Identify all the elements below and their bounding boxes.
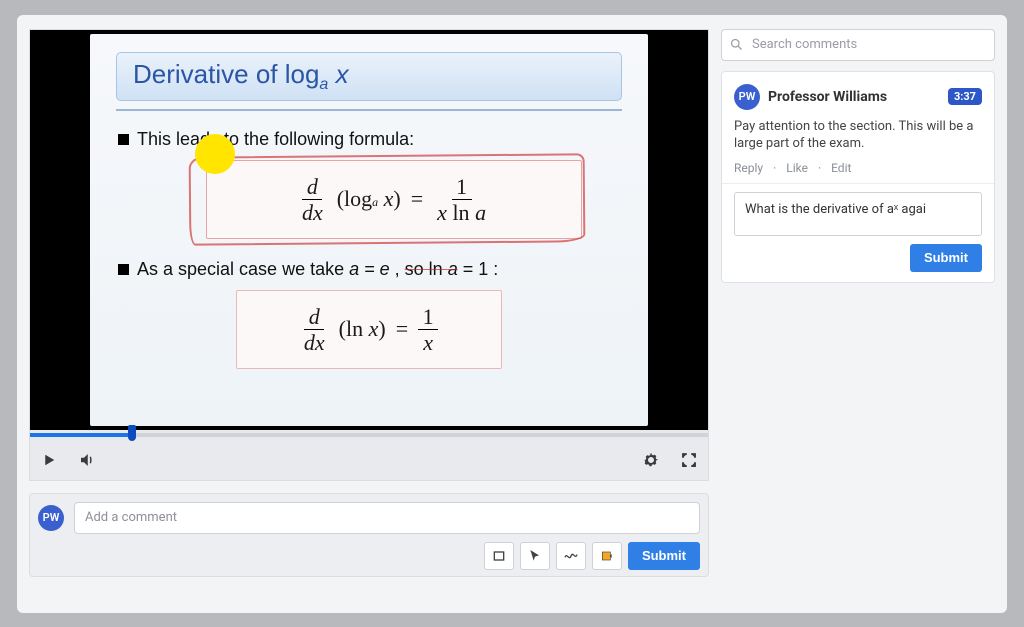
pointer-icon xyxy=(527,548,543,564)
dot-separator: · xyxy=(773,161,776,175)
gear-icon xyxy=(642,451,660,469)
bullet-2-text: As a special case we take a = e , so ln … xyxy=(137,259,498,280)
wave-icon xyxy=(563,548,579,564)
comment-avatar: PW xyxy=(734,84,760,110)
comment-reply-link[interactable]: Reply xyxy=(734,161,763,175)
comment-body: Pay attention to the section. This will … xyxy=(734,118,982,153)
pillarbox-right xyxy=(648,30,708,430)
tool-freehand[interactable] xyxy=(556,542,586,570)
comment-card: PW Professor Williams 3:37 Pay attention… xyxy=(721,71,995,283)
formula-box-2: ddx (ln x) = 1x xyxy=(236,290,502,369)
bullet-square-icon xyxy=(118,134,129,145)
slide-title-var: x xyxy=(336,59,349,89)
reply-submit-button[interactable]: Submit xyxy=(910,244,982,272)
comments-sidebar: PW Professor Williams 3:37 Pay attention… xyxy=(721,29,995,599)
reply-textarea[interactable]: What is the derivative of aˣ agai xyxy=(734,192,982,236)
comment-input[interactable] xyxy=(74,502,700,534)
slide-title-box: Derivative of loga x xyxy=(116,52,622,101)
comment-edit-link[interactable]: Edit xyxy=(831,161,851,175)
comment-like-link[interactable]: Like xyxy=(786,161,808,175)
slide-title-text: Derivative of log xyxy=(133,59,319,89)
composer-submit-button[interactable]: Submit xyxy=(628,542,700,570)
video-controls xyxy=(30,440,708,480)
settings-button[interactable] xyxy=(638,447,664,473)
slide-divider xyxy=(116,109,622,111)
comment-divider xyxy=(722,183,994,184)
comment-composer: PW Submit xyxy=(29,493,709,577)
slide-title: Derivative of loga x xyxy=(133,59,605,94)
formula-box-1: ddx (loga x) = 1x ln a xyxy=(206,160,582,239)
left-column: Derivative of loga x This leads to the f… xyxy=(29,29,709,599)
tool-color[interactable] xyxy=(592,542,622,570)
search-comments-input[interactable] xyxy=(721,29,995,61)
lecture-slide: Derivative of loga x This leads to the f… xyxy=(90,34,648,426)
annotation-toolbar: Submit xyxy=(38,542,700,570)
volume-button[interactable] xyxy=(74,447,100,473)
rectangle-icon xyxy=(491,548,507,564)
fullscreen-icon xyxy=(680,451,698,469)
play-icon xyxy=(40,451,58,469)
slide-title-sub: a xyxy=(319,76,328,93)
bullet-square-icon xyxy=(118,264,129,275)
color-swatch-icon xyxy=(599,548,615,564)
volume-icon xyxy=(78,451,96,469)
dot-separator: · xyxy=(818,161,821,175)
comment-timestamp[interactable]: 3:37 xyxy=(948,88,982,105)
video-player: Derivative of loga x This leads to the f… xyxy=(29,29,709,481)
comment-author: Professor Williams xyxy=(768,89,940,105)
pillarbox-left xyxy=(30,30,90,430)
comment-actions: Reply · Like · Edit xyxy=(734,161,982,175)
bullet-2: As a special case we take a = e , so ln … xyxy=(118,259,622,280)
search-icon xyxy=(729,37,744,56)
tool-rectangle[interactable] xyxy=(484,542,514,570)
formula-1: ddx (loga x) = 1x ln a xyxy=(298,175,490,224)
app-panel: Derivative of loga x This leads to the f… xyxy=(17,15,1007,613)
formula-2: ddx (ln x) = 1x xyxy=(300,305,438,354)
play-button[interactable] xyxy=(36,447,62,473)
video-progress-played xyxy=(30,433,132,437)
composer-avatar: PW xyxy=(38,505,64,531)
bullet-1-text: This leads to the following formula: xyxy=(137,129,414,150)
cursor-highlight-dot xyxy=(195,134,235,174)
video-progress-knob[interactable] xyxy=(128,425,136,441)
tool-pointer[interactable] xyxy=(520,542,550,570)
search-wrap xyxy=(721,29,995,61)
bullet-1: This leads to the following formula: xyxy=(118,129,622,150)
fullscreen-button[interactable] xyxy=(676,447,702,473)
video-progress-bar[interactable] xyxy=(30,430,708,440)
video-canvas[interactable]: Derivative of loga x This leads to the f… xyxy=(30,30,708,430)
